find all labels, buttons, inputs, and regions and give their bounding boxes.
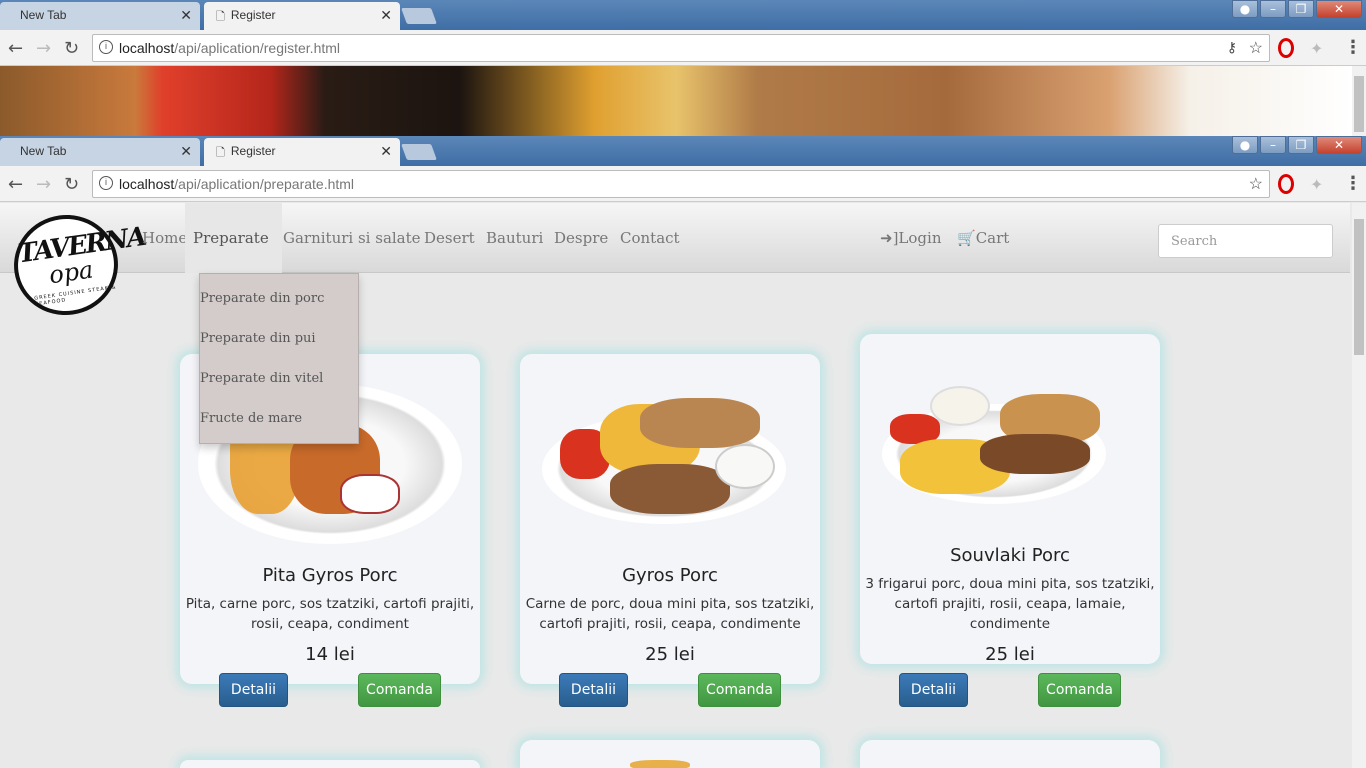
user-icon[interactable]: ● bbox=[1232, 136, 1258, 154]
key-icon[interactable]: ⚷ bbox=[1227, 39, 1237, 56]
food-image bbox=[980, 434, 1090, 474]
product-description: 3 frigarui porc, doua mini pita, sos tza… bbox=[865, 576, 1155, 632]
nav-desert[interactable]: Desert bbox=[416, 203, 483, 273]
close-icon[interactable]: ✕ bbox=[380, 7, 392, 24]
login-link[interactable]: ➜]Login bbox=[872, 203, 949, 273]
close-window-button[interactable]: ✕ bbox=[1316, 136, 1362, 154]
nav-preparate[interactable]: Preparate bbox=[185, 203, 282, 273]
maximize-button[interactable]: ❐ bbox=[1288, 0, 1314, 18]
url-input[interactable]: i localhost/api/aplication/register.html… bbox=[92, 34, 1270, 62]
new-tab-button[interactable] bbox=[401, 144, 437, 160]
preparate-dropdown: Preparate din porc Preparate din pui Pre… bbox=[199, 273, 359, 444]
page-icon: 🗋 bbox=[216, 11, 225, 23]
search-input[interactable]: Search bbox=[1158, 224, 1333, 258]
menu-icon[interactable]: ⋮ bbox=[1344, 37, 1362, 58]
cart-icon: 🛒 bbox=[957, 229, 976, 247]
search-placeholder: Search bbox=[1171, 234, 1218, 249]
front-address-bar: ← → ↻ i localhost/api/aplication/prepara… bbox=[0, 166, 1366, 202]
login-icon: ➜] bbox=[880, 229, 899, 247]
product-card: Gyros Porc Carne de porc, doua mini pita… bbox=[520, 354, 820, 684]
star-icon[interactable]: ☆ bbox=[1249, 174, 1263, 194]
product-price: 25 lei bbox=[985, 644, 1035, 665]
url-input[interactable]: i localhost/api/aplication/preparate.htm… bbox=[92, 170, 1270, 198]
tab-label: New Tab bbox=[20, 8, 67, 22]
food-image bbox=[930, 386, 990, 426]
product-card bbox=[860, 740, 1160, 768]
dropdown-item-porc[interactable]: Preparate din porc bbox=[200, 291, 324, 306]
forward-arrow-icon[interactable]: → bbox=[36, 38, 51, 59]
product-price: 14 lei bbox=[305, 644, 355, 665]
food-image bbox=[630, 760, 690, 768]
product-title: Souvlaki Porc bbox=[950, 545, 1070, 566]
back-arrow-icon[interactable]: ← bbox=[8, 38, 23, 59]
page-scrollbar[interactable] bbox=[1352, 203, 1366, 768]
food-image bbox=[610, 464, 730, 514]
opera-icon[interactable] bbox=[1278, 174, 1294, 194]
dropdown-item-fructe-de-mare[interactable]: Fructe de mare bbox=[200, 411, 302, 426]
extension-icon[interactable]: ✦ bbox=[1310, 175, 1323, 194]
product-description: Pita, carne porc, sos tzatziki, cartofi … bbox=[185, 596, 475, 632]
front-tab-new[interactable]: New Tab ✕ bbox=[0, 138, 200, 166]
order-button[interactable]: Comanda bbox=[358, 673, 441, 707]
food-image bbox=[340, 474, 400, 514]
nav-garnituri[interactable]: Garnituri si salate bbox=[275, 203, 429, 273]
details-button[interactable]: Detalii bbox=[899, 673, 968, 707]
order-button[interactable]: Comanda bbox=[698, 673, 781, 707]
page-icon: 🗋 bbox=[216, 147, 225, 159]
minimize-button[interactable]: – bbox=[1260, 0, 1286, 18]
close-window-button[interactable]: ✕ bbox=[1316, 0, 1362, 18]
reload-icon[interactable]: ↻ bbox=[64, 38, 79, 59]
food-image bbox=[640, 398, 760, 448]
order-button[interactable]: Comanda bbox=[1038, 673, 1121, 707]
product-card bbox=[180, 760, 480, 768]
close-icon[interactable]: ✕ bbox=[180, 143, 192, 160]
url-path: /api/aplication/preparate.html bbox=[174, 176, 355, 192]
tab-label: New Tab bbox=[20, 144, 67, 158]
maximize-button[interactable]: ❐ bbox=[1288, 136, 1314, 154]
dropdown-item-pui[interactable]: Preparate din pui bbox=[200, 331, 316, 346]
tab-label: Register bbox=[230, 8, 276, 22]
back-address-bar: ← → ↻ i localhost/api/aplication/registe… bbox=[0, 30, 1366, 66]
url-host: localhost bbox=[119, 40, 175, 56]
nav-contact[interactable]: Contact bbox=[612, 203, 688, 273]
nav-bauturi[interactable]: Bauturi bbox=[478, 203, 551, 273]
back-tab-new[interactable]: New Tab ✕ bbox=[0, 2, 200, 30]
details-button[interactable]: Detalii bbox=[559, 673, 628, 707]
extension-icon[interactable]: ✦ bbox=[1310, 39, 1323, 58]
info-icon[interactable]: i bbox=[99, 40, 113, 54]
close-icon[interactable]: ✕ bbox=[180, 7, 192, 24]
back-scrollbar[interactable] bbox=[1352, 66, 1366, 136]
product-title: Pita Gyros Porc bbox=[262, 565, 398, 586]
product-description: Carne de porc, doua mini pita, sos tzatz… bbox=[525, 596, 815, 632]
new-tab-button[interactable] bbox=[401, 8, 437, 24]
user-icon[interactable]: ● bbox=[1232, 0, 1258, 18]
back-arrow-icon[interactable]: ← bbox=[8, 174, 23, 195]
product-price: 25 lei bbox=[645, 644, 695, 665]
register-page-banner bbox=[0, 66, 1352, 136]
close-icon[interactable]: ✕ bbox=[380, 143, 392, 160]
login-label: Login bbox=[898, 229, 942, 247]
product-title: Gyros Porc bbox=[622, 565, 718, 586]
logo-text: opa bbox=[47, 255, 95, 290]
dropdown-item-vitel[interactable]: Preparate din vitel bbox=[200, 371, 323, 386]
cart-link[interactable]: 🛒Cart bbox=[949, 203, 1017, 273]
product-card bbox=[520, 740, 820, 768]
forward-arrow-icon[interactable]: → bbox=[36, 174, 51, 195]
url-host: localhost bbox=[119, 176, 175, 192]
menu-icon[interactable]: ⋮ bbox=[1344, 173, 1362, 194]
tab-label: Register bbox=[230, 144, 276, 158]
url-path: /api/aplication/register.html bbox=[174, 40, 341, 56]
product-card: Souvlaki Porc 3 frigarui porc, doua mini… bbox=[860, 334, 1160, 665]
star-icon[interactable]: ☆ bbox=[1249, 38, 1263, 58]
reload-icon[interactable]: ↻ bbox=[64, 174, 79, 195]
front-tab-register[interactable]: 🗋 Register ✕ bbox=[204, 138, 400, 166]
details-button[interactable]: Detalii bbox=[219, 673, 288, 707]
nav-despre[interactable]: Despre bbox=[546, 203, 616, 273]
food-image bbox=[715, 444, 775, 489]
back-tab-register[interactable]: 🗋 Register ✕ bbox=[204, 2, 400, 30]
minimize-button[interactable]: – bbox=[1260, 136, 1286, 154]
cart-label: Cart bbox=[975, 229, 1010, 247]
opera-icon[interactable] bbox=[1278, 38, 1294, 58]
info-icon[interactable]: i bbox=[99, 176, 113, 190]
